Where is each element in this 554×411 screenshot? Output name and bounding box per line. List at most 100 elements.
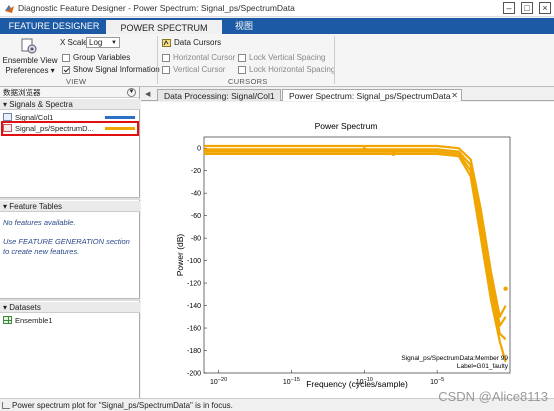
y-tick-label: -200 [187,371,201,378]
panel-divider[interactable] [0,197,140,200]
y-tick-label: -20 [191,168,201,175]
group-variables-box [62,53,70,62]
feature-generation-hint: Use FEATURE GENERATION section [3,237,130,246]
plot-area [203,136,511,374]
y-tick-label: -120 [187,281,201,288]
view-group-title: VIEW [66,77,87,86]
data-browser-header: 数据浏览器 ▼ [0,87,139,98]
collapse-icon: ▾ [3,100,8,109]
spectrum-icon [3,124,12,132]
y-tick-label: -180 [187,348,201,355]
y-tick-label: -100 [187,258,201,265]
signal-info-line1: Signal_ps/SpectrumData:Member 99 [401,355,508,362]
tab-power-spectrum-doc[interactable]: Power Spectrum: Signal_ps/SpectrumData ✕ [282,89,462,101]
cursors-group-title: CURSORS [228,77,268,86]
data-browser-title: 数据浏览器 [3,88,41,97]
feature-tables-section-header[interactable]: ▾ Feature Tables [0,201,140,212]
lock-vertical-spacing-label: Lock Vertical Spacing [249,53,326,62]
signals-section-title: Signals & Spectra [9,100,73,109]
collapse-icon: ▾ [3,202,8,211]
lock-horizontal-spacing-box [238,65,246,74]
y-tick-label: 0 [197,146,201,153]
data-cursors-label: Data Cursors [174,38,222,47]
y-tick-label: -40 [191,191,201,198]
close-icon[interactable]: × [539,2,551,14]
signal-icon [3,113,12,121]
tab-label: Data Processing: Signal/Col1 [164,91,275,101]
chart-title: Power Spectrum [315,121,378,131]
close-tab-icon[interactable]: ✕ [451,90,458,102]
y-tick-label: -140 [187,303,201,310]
panel-options-icon[interactable]: ▼ [127,88,136,97]
lock-horizontal-spacing-checkbox[interactable]: Lock Horizontal Spacing [238,65,335,74]
data-cursor-icon [162,38,171,47]
signal-item-spectrum[interactable]: Signal_ps/SpectrumD... [3,123,137,133]
signal-color-swatch [105,127,135,130]
spectrum-marker [391,151,396,157]
no-features-text: No features available. [3,218,76,227]
ensemble-view-label: Ensemble View [2,56,58,65]
y-axis-label: Power (dB) [175,234,185,277]
ribbon-separator [157,36,158,84]
feature-generation-hint: to create new features. [3,247,80,256]
x-scale-dropdown[interactable]: Log ▼ [86,37,120,48]
vertical-cursor-label: Vertical Cursor [173,65,226,74]
lock-vertical-spacing-checkbox[interactable]: Lock Vertical Spacing [238,53,326,62]
y-tick-label: -60 [191,213,201,220]
ensemble-view-icon [21,38,37,54]
dataset-item[interactable]: Ensemble1 [3,315,53,325]
ensemble-view-preferences-button[interactable]: Ensemble View Preferences ▾ [2,36,58,76]
tab-power-spectrum[interactable]: POWER SPECTRUM [106,18,222,34]
group-variables-checkbox[interactable]: Group Variables [62,53,130,62]
signals-section-header[interactable]: ▾ Signals & Spectra [0,99,140,110]
y-tick-label: -80 [191,236,201,243]
signal-color-swatch [105,116,135,119]
document-area: ◀ Data Processing: Signal/Col1 Power Spe… [141,87,554,398]
matlab-app-icon [5,5,14,13]
ribbon-separator [334,36,335,84]
tab-feature-designer[interactable]: FEATURE DESIGNER [4,18,104,34]
datasets-title: Datasets [9,303,41,312]
vertical-cursor-checkbox[interactable]: Vertical Cursor [162,65,225,74]
lock-horizontal-spacing-label: Lock Horizontal Spacing [249,65,336,74]
x-scale-value: Log [89,38,103,47]
show-signal-information-label: Show Signal Information [73,65,160,74]
x-axis-label: Frequency (cycles/sample) [306,379,408,389]
data-browser-panel: 数据浏览器 ▼ ▾ Signals & Spectra Signal/Col1 … [0,87,140,398]
maximize-icon[interactable]: □ [521,2,533,14]
signal-info-line2: Label=G01_faulty [457,363,509,370]
minimize-icon[interactable]: – [503,2,515,14]
window-title: Diagnostic Feature Designer - Power Spec… [18,3,295,13]
tab-view[interactable]: 视图 [224,18,264,34]
resize-grip-icon [2,402,10,409]
feature-tables-title: Feature Tables [9,202,63,211]
group-variables-label: Group Variables [73,53,131,62]
data-cursors-button[interactable]: Data Cursors [162,38,221,47]
signal-item-label: Signal_ps/SpectrumD... [15,123,94,133]
show-signal-information-checkbox[interactable]: Show Signal Information [62,65,160,74]
horizontal-cursor-checkbox[interactable]: Horizontal Cursor [162,53,235,62]
ribbon-tab-bar: FEATURE DESIGNER POWER SPECTRUM 视图 [0,18,554,34]
show-signal-information-box [62,65,70,74]
x-tick-label: 10−15 [283,377,300,386]
dataset-label: Ensemble1 [15,315,53,325]
power-spectrum-chart[interactable]: Power Spectrum -200-180-160-140-120-100-… [141,102,554,398]
panel-divider[interactable] [0,298,140,301]
x-tick-label: 10−20 [210,377,227,386]
document-tab-bar: ◀ Data Processing: Signal/Col1 Power Spe… [141,87,554,101]
plot-panel: Power Spectrum -200 -180 -160 -140 -120 -100-… [141,102,554,398]
vertical-cursor-box [162,65,170,74]
status-text: Power spectrum plot for "Signal_ps/Spect… [12,401,233,410]
datasets-section-header[interactable]: ▾ Datasets [0,302,140,313]
y-tick-label: -160 [187,326,201,333]
window-controls: – □ × [503,2,551,14]
preferences-label: Preferences ▾ [5,66,55,75]
horizontal-cursor-box [162,53,170,62]
x-tick-label: 10−5 [430,377,444,386]
ribbon-toolstrip: Ensemble View Preferences ▾ X Scale Log … [0,34,554,87]
spectrum-marker [362,147,367,152]
spectrum-marker [503,286,508,291]
tab-scroll-left-icon[interactable]: ◀ [145,90,150,98]
tab-label: Power Spectrum: Signal_ps/SpectrumData [289,91,451,101]
tab-data-processing[interactable]: Data Processing: Signal/Col1 [157,89,281,101]
